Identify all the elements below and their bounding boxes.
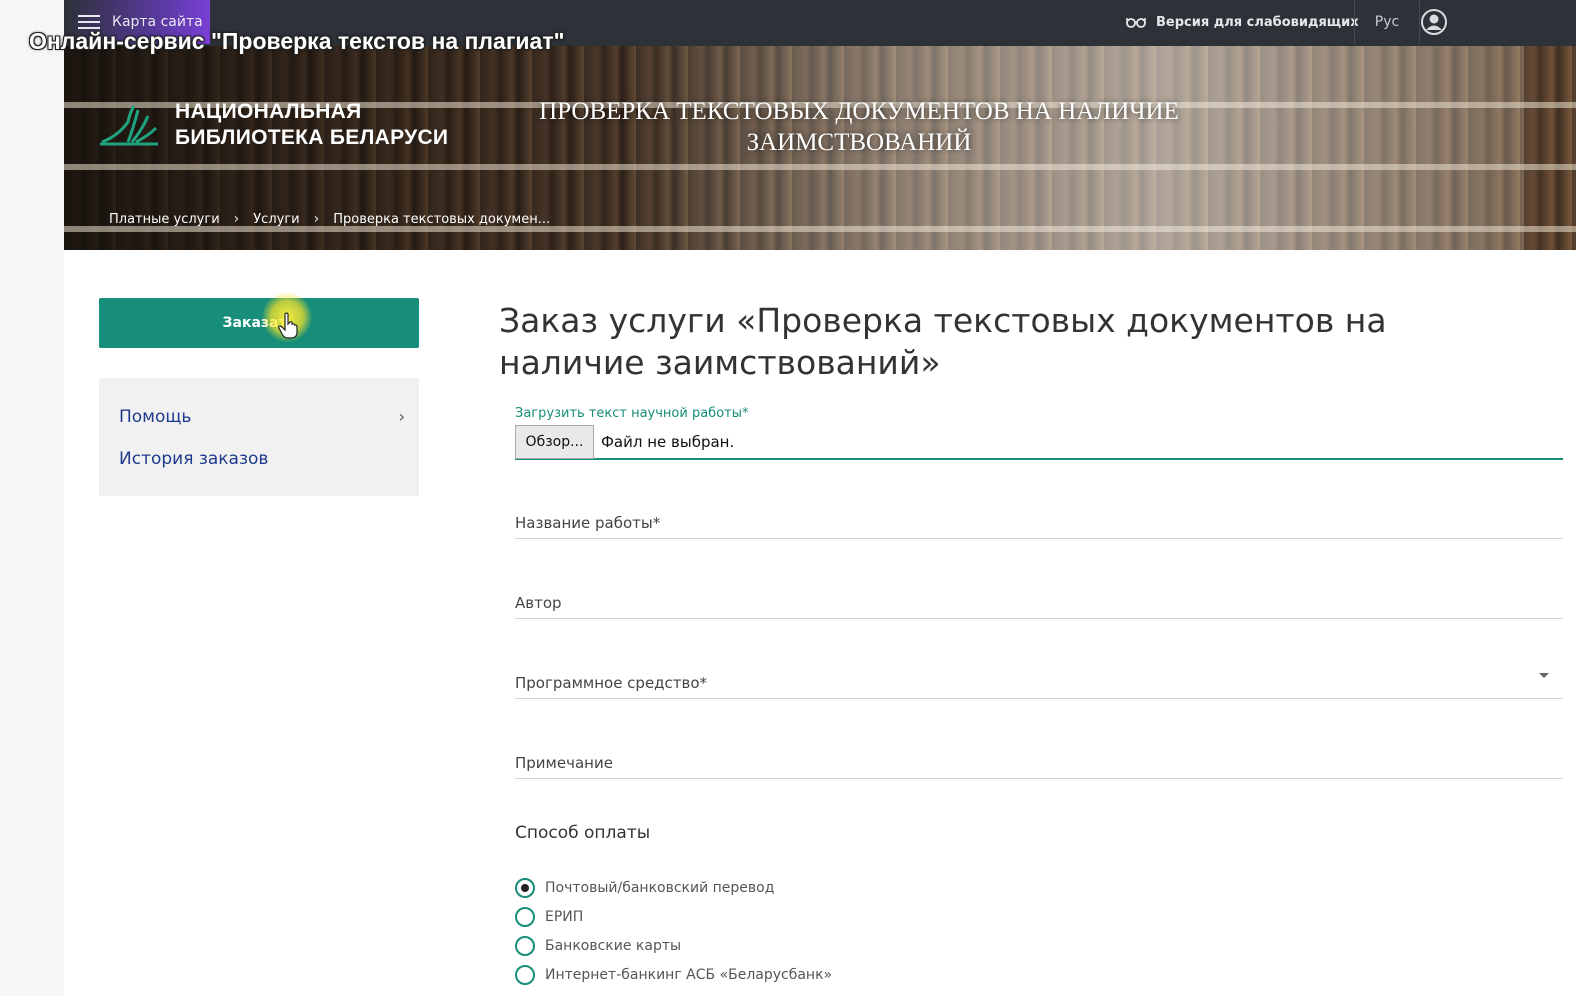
library-logo-text[interactable]: НАЦИОНАЛЬНАЯ БИБЛИОТЕКА БЕЛАРУСИ xyxy=(175,99,448,151)
chevron-right-icon: › xyxy=(398,407,405,426)
payment-option-erip[interactable]: ЕРИП xyxy=(515,905,583,929)
payment-option-postal-bank[interactable]: Почтовый/банковский перевод xyxy=(515,876,774,900)
radio-button[interactable] xyxy=(515,878,535,898)
logo-line-1: НАЦИОНАЛЬНАЯ xyxy=(175,100,362,123)
banner-title: ПРОВЕРКА ТЕКСТОВЫХ ДОКУМЕНТОВ НА НАЛИЧИЕ… xyxy=(520,96,1198,158)
breadcrumb-current: Проверка текстовых докумен... xyxy=(333,211,551,227)
order-button[interactable]: Заказать xyxy=(99,298,419,348)
file-upload-field: Обзор... Файл не выбран. xyxy=(515,424,1563,460)
file-status: Файл не выбран. xyxy=(601,432,735,451)
upload-label: Загрузить текст научной работы* xyxy=(515,406,749,421)
page-title: Заказ услуги «Проверка текстовых докумен… xyxy=(499,301,1387,382)
logo-line-2: БИБЛИОТЕКА БЕЛАРУСИ xyxy=(175,126,449,149)
sidebar-item-label: История заказов xyxy=(119,449,269,469)
low-vision-link[interactable]: Версия для слабовидящих xyxy=(1126,10,1359,34)
low-vision-label: Версия для слабовидящих xyxy=(1156,14,1359,30)
payment-option-label: Банковские карты xyxy=(545,938,682,954)
radio-button[interactable] xyxy=(515,936,535,956)
author-field[interactable]: Автор xyxy=(515,583,1563,619)
banner-title-line-2: ЗАИМСТВОВАНИЙ xyxy=(746,129,972,156)
payment-option-bank-cards[interactable]: Банковские карты xyxy=(515,934,681,958)
sidebar-item-order-history[interactable]: История заказов xyxy=(99,442,419,484)
payment-method-title: Способ оплаты xyxy=(515,823,651,843)
language-label: Рус xyxy=(1374,14,1400,30)
radio-button[interactable] xyxy=(515,907,535,927)
video-overlay-title: Онлайн-сервис "Проверка текстов на плаги… xyxy=(29,28,565,54)
browse-button[interactable]: Обзор... xyxy=(515,424,594,459)
payment-option-label: Интернет-банкинг АСБ «Беларусбанк» xyxy=(545,967,833,983)
work-title-field[interactable]: Название работы* xyxy=(515,503,1563,539)
left-gutter xyxy=(0,0,64,996)
software-label: Программное средство* xyxy=(515,674,708,692)
glasses-icon xyxy=(1126,18,1146,28)
chevron-right-icon: › xyxy=(233,211,240,227)
payment-option-label: Почтовый/банковский перевод xyxy=(545,880,775,896)
banner-title-line-1: ПРОВЕРКА ТЕКСТОВЫХ ДОКУМЕНТОВ НА НАЛИЧИЕ xyxy=(539,98,1179,125)
breadcrumb-services[interactable]: Услуги xyxy=(253,212,299,227)
breadcrumb-paid-services[interactable]: Платные услуги xyxy=(109,212,220,227)
work-title-label: Название работы* xyxy=(515,514,661,532)
note-label: Примечание xyxy=(515,754,613,772)
payment-option-internet-banking[interactable]: Интернет-банкинг АСБ «Беларусбанк» xyxy=(515,963,832,987)
sidebar-item-label: Помощь xyxy=(119,407,192,427)
radio-button[interactable] xyxy=(515,965,535,985)
author-label: Автор xyxy=(515,594,562,612)
sidebar-item-help[interactable]: Помощь › xyxy=(99,400,419,442)
breadcrumb: Платные услуги › Услуги › Проверка текст… xyxy=(109,211,550,227)
language-switch[interactable]: Рус xyxy=(1354,0,1420,44)
library-logo-icon[interactable] xyxy=(98,102,160,148)
dropdown-arrow-icon xyxy=(1539,673,1549,678)
payment-option-label: ЕРИП xyxy=(545,909,584,925)
note-field[interactable]: Примечание xyxy=(515,743,1563,779)
user-account-icon[interactable] xyxy=(1420,8,1448,36)
software-select[interactable]: Программное средство* xyxy=(515,663,1563,699)
chevron-right-icon: › xyxy=(313,211,320,227)
header-banner: НАЦИОНАЛЬНАЯ БИБЛИОТЕКА БЕЛАРУСИ ПРОВЕРК… xyxy=(64,46,1576,250)
sidebar-nav: Помощь › История заказов xyxy=(99,378,419,496)
